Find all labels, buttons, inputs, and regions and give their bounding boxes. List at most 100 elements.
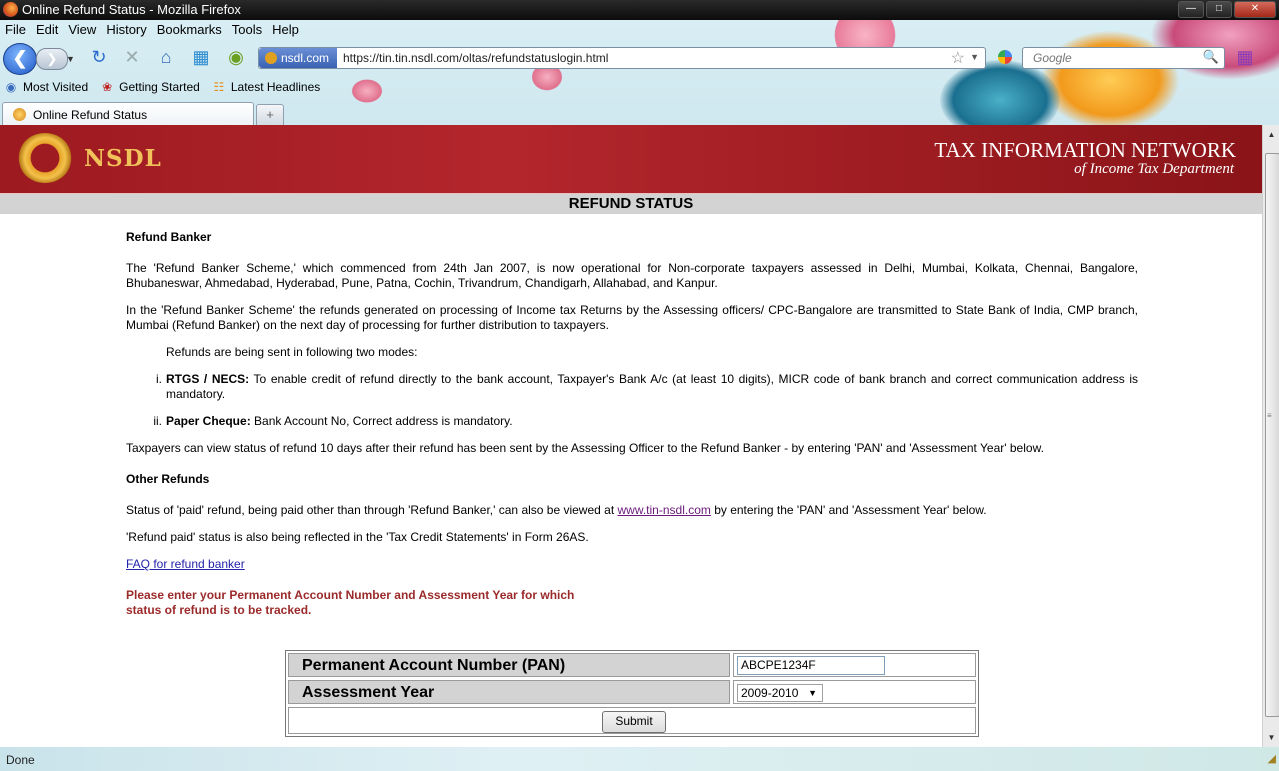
assessment-year-value: 2009-2010 <box>741 686 799 700</box>
menu-tools[interactable]: Tools <box>227 20 267 40</box>
resize-grip-icon[interactable]: ◢ <box>1268 752 1276 765</box>
page-viewport: NSDL TAX INFORMATION NETWORK of Income T… <box>0 125 1262 747</box>
tab-online-refund-status[interactable]: Online Refund Status <box>2 102 254 125</box>
scroll-down-icon[interactable]: ▼ <box>1264 730 1279 745</box>
bookmarks-toolbar: ◉ Most Visited ❀ Getting Started ☷ Latest H… <box>0 76 328 96</box>
search-icon[interactable]: 🔍 <box>1203 49 1219 65</box>
reload-icon[interactable]: ↻ <box>88 46 110 68</box>
page-content: Refund Banker The 'Refund Banker Scheme,… <box>126 230 1138 618</box>
scrollbar-grip-icon: ≡ <box>1267 411 1272 420</box>
list-item-text: Bank Account No, Correct address is mand… <box>250 414 513 428</box>
banner-brand: NSDL <box>84 145 162 172</box>
site-identity-label: nsdl.com <box>281 51 330 65</box>
pan-label: Permanent Account Number (PAN) <box>288 653 730 677</box>
firefox-icon <box>3 2 18 17</box>
most-visited-icon: ◉ <box>5 80 17 94</box>
navigation-toolbar: ❮ ❯ ▼ ↻ ✕ ⌂ ▦ ◉ nsdl.com https://tin.tin… <box>0 42 1279 75</box>
menu-bar: File Edit View History Bookmarks Tools H… <box>0 20 304 40</box>
assessment-year-cell: 2009-2010 ▼ <box>733 680 976 704</box>
minimize-icon[interactable]: — <box>1178 1 1204 18</box>
list-item-title: RTGS / NECS: <box>166 372 250 386</box>
form-row-submit: Submit <box>288 707 976 734</box>
tab-strip: Online Refund Status + <box>0 100 1279 125</box>
menu-edit[interactable]: Edit <box>31 20 63 40</box>
site-favicon-icon <box>265 52 277 64</box>
forward-arrow-icon[interactable]: ❯ <box>36 48 68 70</box>
banner-subtitle: of Income Tax Department <box>1074 161 1234 177</box>
paragraph-scheme-details: In the 'Refund Banker Scheme' the refund… <box>126 303 1138 332</box>
tin-nsdl-link[interactable]: www.tin-nsdl.com <box>618 503 711 517</box>
section-title-other-refunds: Other Refunds <box>126 472 210 486</box>
instruction-text: Please enter your Permanent Account Numb… <box>126 588 1138 618</box>
list-item: i. RTGS / NECS: To enable credit of refun… <box>156 372 1139 402</box>
bookmark-label: Latest Headlines <box>230 80 321 94</box>
stop-icon[interactable]: ✕ <box>121 46 143 68</box>
bookmark-label: Getting Started <box>119 80 200 94</box>
list-item-number: i. <box>156 372 162 386</box>
paragraph-text: Status of 'paid' refund, being paid othe… <box>126 503 618 517</box>
page-title: REFUND STATUS <box>0 194 1262 214</box>
menu-view[interactable]: View <box>63 20 101 40</box>
addon-feed-icon[interactable]: ◉ <box>225 46 247 68</box>
url-bar[interactable]: nsdl.com https://tin.tin.nsdl.com/oltas/… <box>258 47 986 69</box>
home-icon[interactable]: ⌂ <box>155 46 177 68</box>
getting-started-icon: ❀ <box>102 80 113 94</box>
pan-input[interactable]: ABCPE1234F <box>737 656 885 675</box>
history-dropdown-icon[interactable]: ▼ <box>66 54 75 64</box>
window-controls: — □ ✕ <box>1178 1 1276 18</box>
maximize-icon[interactable]: □ <box>1206 1 1232 18</box>
bookmark-star-icon[interactable]: ☆ <box>951 48 965 68</box>
list-item: ii. Paper Cheque: Bank Account No, Correc… <box>153 414 1138 429</box>
paragraph-view-status: Taxpayers can view status of refund 10 d… <box>126 441 1044 455</box>
back-arrow-icon[interactable]: ❮ <box>3 43 37 75</box>
addon-screens-icon[interactable]: ▦ <box>190 46 212 68</box>
menu-history[interactable]: History <box>101 20 151 40</box>
status-bar: Done ◢ <box>0 747 1279 771</box>
url-dropdown-icon[interactable]: ▼ <box>970 52 979 62</box>
list-item-text: To enable credit of refund directly to t… <box>166 372 1139 401</box>
scroll-up-icon[interactable]: ▲ <box>1264 127 1279 142</box>
bookmark-latest-headlines[interactable]: ☷ Latest Headlines <box>208 76 328 96</box>
nsdl-logo-icon <box>18 133 72 183</box>
bookmark-getting-started[interactable]: ❀ Getting Started <box>96 76 208 96</box>
assessment-year-label: Assessment Year <box>288 680 730 704</box>
close-icon[interactable]: ✕ <box>1234 1 1276 18</box>
bookmark-most-visited[interactable]: ◉ Most Visited <box>0 76 96 96</box>
rss-feed-icon: ☷ <box>213 80 225 94</box>
assessment-year-select[interactable]: 2009-2010 ▼ <box>737 684 823 702</box>
menu-bookmarks[interactable]: Bookmarks <box>152 20 227 40</box>
paragraph-scheme-intro: The 'Refund Banker Scheme,' which commen… <box>126 261 1138 290</box>
submit-button[interactable]: Submit <box>602 711 666 733</box>
vertical-scrollbar[interactable]: ▲ ≡ ▼ <box>1262 125 1279 747</box>
tab-favicon-icon <box>13 108 26 121</box>
section-title-refund-banker: Refund Banker <box>126 230 212 244</box>
site-banner: NSDL TAX INFORMATION NETWORK of Income T… <box>0 125 1262 196</box>
instruction-line: Please enter your Permanent Account Numb… <box>126 588 575 602</box>
paragraph-other-refunds: Status of 'paid' refund, being paid othe… <box>126 503 1138 518</box>
new-tab-plus-icon[interactable]: + <box>256 104 284 125</box>
list-item-number: ii. <box>153 414 162 428</box>
modes-intro: Refunds are being sent in following two … <box>166 345 418 359</box>
status-text: Done <box>6 753 35 767</box>
menu-help[interactable]: Help <box>267 20 304 40</box>
apps-grid-icon[interactable]: ▦ <box>1234 46 1256 68</box>
url-text[interactable]: https://tin.tin.nsdl.com/oltas/refundsta… <box>343 51 608 65</box>
tab-label: Online Refund Status <box>33 108 148 122</box>
site-identity-button[interactable]: nsdl.com <box>259 48 337 68</box>
search-placeholder: Google <box>1033 51 1072 65</box>
instruction-line: status of refund is to be tracked. <box>126 603 312 617</box>
window-titlebar: Online Refund Status - Mozilla Firefox —… <box>0 0 1279 20</box>
banner-title: TAX INFORMATION NETWORK <box>934 138 1236 162</box>
search-input[interactable]: Google 🔍 <box>1022 47 1225 69</box>
chevron-down-icon: ▼ <box>808 688 817 698</box>
menu-file[interactable]: File <box>0 20 31 40</box>
paragraph-text: by entering the 'PAN' and 'Assessment Ye… <box>710 503 987 517</box>
window-title: Online Refund Status - Mozilla Firefox <box>22 2 241 17</box>
search-engine-icon[interactable] <box>998 50 1012 64</box>
modes-list: i. RTGS / NECS: To enable credit of refun… <box>126 372 1138 429</box>
bookmark-label: Most Visited <box>23 80 89 94</box>
browser-chrome: File Edit View History Bookmarks Tools H… <box>0 20 1279 125</box>
scrollbar-thumb[interactable] <box>1265 153 1279 717</box>
list-item-title: Paper Cheque: <box>166 414 251 428</box>
faq-refund-banker-link[interactable]: FAQ for refund banker <box>126 557 245 571</box>
